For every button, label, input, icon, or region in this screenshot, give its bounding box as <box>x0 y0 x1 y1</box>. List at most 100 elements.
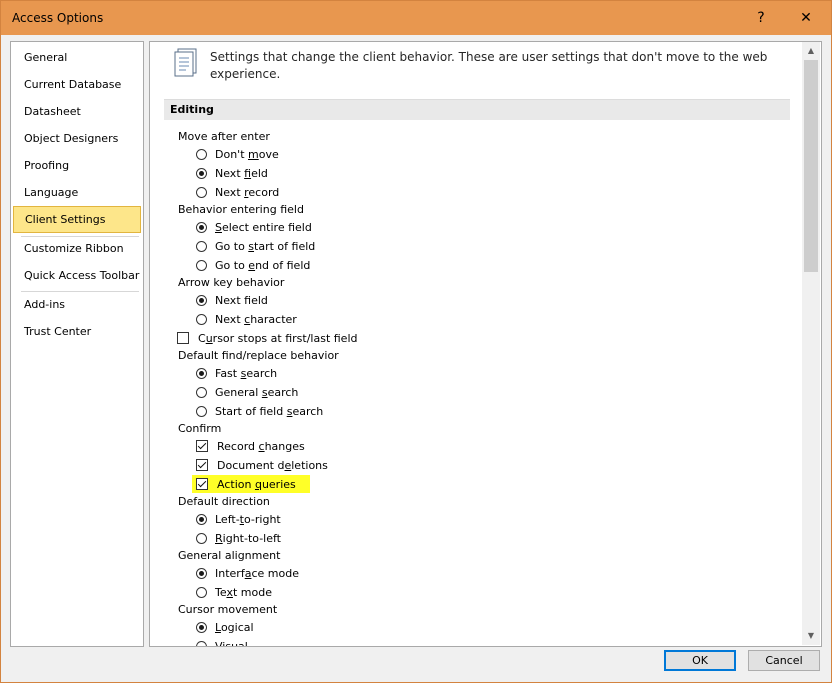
option-label: Go to start of field <box>215 239 316 253</box>
scroll-up-icon[interactable]: ▲ <box>806 46 816 56</box>
option-label: Start of field search <box>215 404 324 418</box>
nav-item-add-ins[interactable]: Add-ins <box>12 291 142 318</box>
checkbox[interactable] <box>196 459 208 471</box>
option-label: Action queries <box>217 477 296 491</box>
help-button[interactable]: ? <box>738 1 784 35</box>
nav-item-label: Add-ins <box>24 298 66 311</box>
option-label: Next field <box>215 293 268 307</box>
access-options-dialog: Access Options ? ✕ General Current Datab… <box>0 0 832 683</box>
group-label-behavior-entering-field: Behavior entering field <box>178 203 304 216</box>
option-label: Next record <box>215 185 280 199</box>
nav-item-object-designers[interactable]: Object Designers <box>12 125 142 152</box>
scrollbar-thumb[interactable] <box>804 60 818 272</box>
help-icon: ? <box>757 10 765 26</box>
option-label: Fast search <box>215 366 278 380</box>
radio-start-of-field-search[interactable]: Start of field search <box>196 403 323 419</box>
checkbox[interactable] <box>196 440 208 452</box>
radio-fast-search[interactable]: Fast search <box>196 365 277 381</box>
radio-left-to-right[interactable]: Left-to-right <box>196 511 281 527</box>
radio-button[interactable] <box>196 386 207 398</box>
nav-item-label: Datasheet <box>24 105 81 118</box>
checkbox[interactable] <box>196 478 208 490</box>
radio-dont-move[interactable]: Don't move <box>196 146 279 162</box>
checkbox-record-changes[interactable]: Record changes <box>196 438 305 454</box>
radio-select-entire-field[interactable]: Select entire field <box>196 219 312 235</box>
radio-button[interactable] <box>196 313 207 325</box>
radio-button[interactable] <box>196 148 207 160</box>
option-label: Right-to-left <box>215 531 281 545</box>
nav-item-current-database[interactable]: Current Database <box>12 71 142 98</box>
radio-button[interactable] <box>196 621 207 633</box>
group-label-arrow-key-behavior: Arrow key behavior <box>178 276 285 289</box>
settings-panel: Settings that change the client behavior… <box>149 41 822 647</box>
radio-next-record[interactable]: Next record <box>196 184 279 200</box>
radio-right-to-left[interactable]: Right-to-left <box>196 530 281 546</box>
radio-button[interactable] <box>196 240 207 252</box>
intro-text: Settings that change the client behavior… <box>210 50 768 81</box>
scroll-down-icon[interactable]: ▼ <box>806 631 816 641</box>
radio-button[interactable] <box>196 167 207 179</box>
checkbox[interactable] <box>177 332 189 344</box>
radio-arrow-next-field[interactable]: Next field <box>196 292 268 308</box>
option-label: Text mode <box>215 585 272 599</box>
nav-item-label: Customize Ribbon <box>24 242 124 255</box>
nav-item-label: Current Database <box>24 78 122 91</box>
radio-button[interactable] <box>196 567 207 579</box>
checkbox-cursor-stops[interactable]: Cursor stops at first/last field <box>177 330 357 346</box>
radio-button[interactable] <box>196 221 207 233</box>
option-label: Left-to-right <box>215 512 281 526</box>
radio-visual[interactable]: Visual <box>196 638 248 647</box>
option-label: Visual <box>215 639 248 647</box>
radio-button[interactable] <box>196 367 207 379</box>
nav-item-label: Object Designers <box>24 132 119 145</box>
radio-next-field[interactable]: Next field <box>196 165 268 181</box>
radio-button[interactable] <box>196 294 207 306</box>
nav-item-label: Proofing <box>24 159 70 172</box>
radio-interface-mode[interactable]: Interface mode <box>196 565 299 581</box>
nav-item-label: Trust Center <box>24 325 92 338</box>
radio-button[interactable] <box>196 513 207 525</box>
radio-next-character[interactable]: Next character <box>196 311 297 327</box>
nav-item-language[interactable]: Language <box>12 179 142 206</box>
group-label-default-direction: Default direction <box>178 495 270 508</box>
radio-button[interactable] <box>196 259 207 271</box>
nav-item-label: Language <box>24 186 79 199</box>
nav-item-general[interactable]: General <box>12 44 142 71</box>
vertical-scrollbar[interactable]: ▲ ▼ <box>802 42 820 645</box>
section-header-editing: Editing <box>164 99 790 120</box>
radio-button[interactable] <box>196 532 207 544</box>
option-label: Interface mode <box>215 566 299 580</box>
radio-button[interactable] <box>196 186 207 198</box>
nav-item-customize-ribbon[interactable]: Customize Ribbon <box>12 235 142 262</box>
nav-item-label: Quick Access Toolbar <box>24 269 140 282</box>
settings-document-icon <box>174 48 197 77</box>
option-label: Don't move <box>215 147 279 161</box>
ok-button[interactable]: OK <box>664 650 736 671</box>
nav-item-trust-center[interactable]: Trust Center <box>12 318 142 345</box>
option-label: Document deletions <box>217 458 328 472</box>
radio-general-search[interactable]: General search <box>196 384 298 400</box>
radio-button[interactable] <box>196 586 207 598</box>
checkbox-action-queries[interactable]: Action queries <box>192 475 310 493</box>
nav-item-proofing[interactable]: Proofing <box>12 152 142 179</box>
radio-go-to-end-of-field[interactable]: Go to end of field <box>196 257 310 273</box>
radio-button[interactable] <box>196 405 207 417</box>
nav-item-client-settings[interactable]: Client Settings <box>13 206 141 233</box>
checkbox-document-deletions[interactable]: Document deletions <box>196 457 328 473</box>
nav-item-datasheet[interactable]: Datasheet <box>12 98 142 125</box>
group-label-confirm: Confirm <box>178 422 222 435</box>
option-label: Select entire field <box>215 220 312 234</box>
radio-button[interactable] <box>196 640 207 646</box>
options-nav: General Current Database Datasheet Objec… <box>10 41 144 647</box>
radio-go-to-start-of-field[interactable]: Go to start of field <box>196 238 315 254</box>
nav-item-label: Client Settings <box>25 213 106 226</box>
group-label-move-after-enter: Move after enter <box>178 130 270 143</box>
cancel-button[interactable]: Cancel <box>748 650 820 671</box>
close-button[interactable]: ✕ <box>783 1 829 35</box>
nav-item-quick-access-toolbar[interactable]: Quick Access Toolbar <box>12 262 142 289</box>
option-label: Record changes <box>217 439 305 453</box>
group-label-cursor-movement: Cursor movement <box>178 603 278 616</box>
radio-logical[interactable]: Logical <box>196 619 254 635</box>
group-label-default-find-replace: Default find/replace behavior <box>178 349 339 362</box>
radio-text-mode[interactable]: Text mode <box>196 584 272 600</box>
